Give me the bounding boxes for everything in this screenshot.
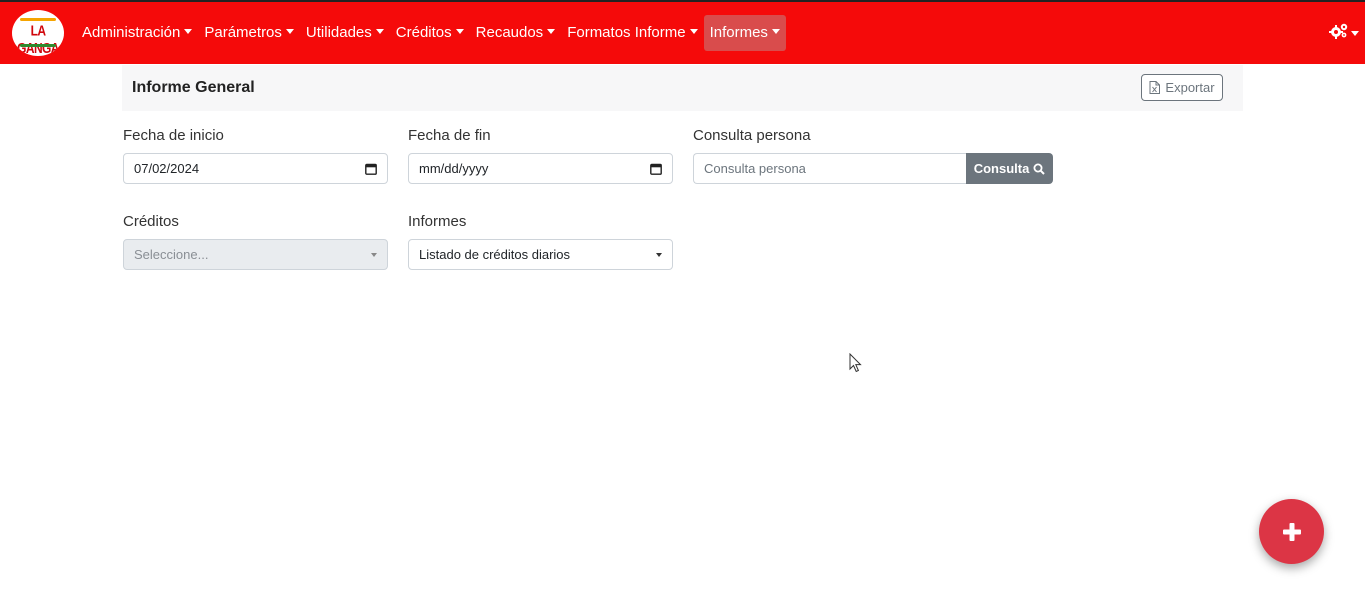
chevron-down-icon [1351,31,1359,36]
consulta-persona-input[interactable]: Consulta persona [693,153,967,184]
calendar-icon[interactable] [650,163,662,175]
nav-item-administracion[interactable]: Administración [76,15,198,51]
chevron-down-icon [375,28,384,34]
chevron-down-icon [371,253,377,257]
creditos-label: Créditos [123,213,179,230]
nav-item-label: Créditos [395,24,452,41]
chevron-down-icon [455,28,464,34]
fecha-inicio-input[interactable]: 07/02/2024 [123,153,388,184]
fecha-fin-label: Fecha de fin [408,127,491,144]
consulta-button[interactable]: Consulta [966,153,1053,184]
brand-logo[interactable]: LA GANGA [12,10,64,56]
creditos-placeholder: Seleccione... [134,247,209,262]
nav-item-label: Parámetros [204,24,282,41]
settings-menu[interactable] [1329,22,1359,44]
mouse-pointer-icon [849,353,862,373]
chevron-down-icon [285,28,294,34]
consulta-persona-label: Consulta persona [693,127,811,144]
logo-text: LA GANGA [17,21,59,57]
informes-select[interactable]: Listado de créditos diarios [408,239,673,270]
nav-item-label: Recaudos [475,24,544,41]
fecha-inicio-value: 07/02/2024 [134,161,200,176]
nav-item-label: Informes [709,24,768,41]
nav-item-formatos-informe[interactable]: Formatos Informe [561,15,703,51]
main-menu: Administración Parámetros Utilidades Cré… [76,15,786,51]
nav-item-recaudos[interactable]: Recaudos [470,15,562,51]
consulta-persona-placeholder: Consulta persona [704,161,806,176]
gears-icon [1329,23,1348,39]
nav-item-informes[interactable]: Informes [703,15,786,51]
export-button[interactable]: Exportar [1141,74,1223,101]
calendar-icon[interactable] [365,163,377,175]
file-excel-icon [1149,81,1161,94]
chevron-down-icon [689,28,698,34]
logo-stripe-bottom [20,44,56,47]
add-floating-button[interactable] [1259,499,1324,564]
creditos-select[interactable]: Seleccione... [123,239,388,270]
fecha-fin-placeholder: mm/dd/yyyy [419,161,489,176]
nav-item-utilidades[interactable]: Utilidades [300,15,390,51]
consulta-button-label: Consulta [973,161,1030,176]
informes-label: Informes [408,213,467,230]
search-icon [1033,163,1046,175]
chevron-down-icon [184,28,193,34]
plus-icon [1282,522,1301,541]
top-navbar: LA GANGA Administración Parámetros Utili… [0,0,1365,64]
page-title: Informe General [132,79,255,96]
informes-selected-value: Listado de créditos diarios [419,247,571,262]
fecha-fin-input[interactable]: mm/dd/yyyy [408,153,673,184]
nav-item-label: Utilidades [305,24,372,41]
nav-item-label: Administración [82,24,181,41]
chevron-down-icon [656,253,662,257]
fecha-inicio-label: Fecha de inicio [123,127,224,144]
nav-item-creditos[interactable]: Créditos [390,15,470,51]
panel-header: Informe General Exportar [122,65,1243,111]
nav-item-parametros[interactable]: Parámetros [198,15,300,51]
export-label: Exportar [1165,80,1215,95]
chevron-down-icon [547,28,556,34]
nav-item-label: Formatos Informe [567,24,686,41]
chevron-down-icon [771,28,780,34]
